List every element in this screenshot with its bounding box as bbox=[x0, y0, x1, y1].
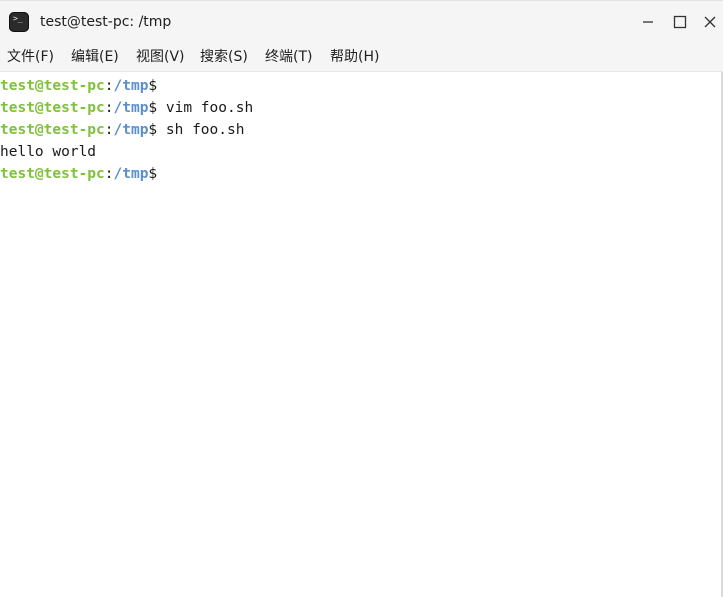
command-text: sh foo.sh bbox=[157, 122, 245, 138]
minimize-button[interactable] bbox=[636, 9, 662, 35]
menu-file[interactable]: 文件(F) bbox=[7, 47, 54, 67]
terminal-line: test@test-pc:/tmp$ bbox=[0, 163, 723, 185]
minimize-icon bbox=[643, 21, 653, 23]
terminal-line: test@test-pc:/tmp$ vim foo.sh bbox=[0, 97, 723, 119]
prompt-path: /tmp bbox=[113, 78, 149, 94]
terminal-icon: >_ bbox=[9, 12, 29, 32]
close-button[interactable] bbox=[697, 9, 723, 35]
prompt-path: /tmp bbox=[113, 166, 149, 182]
command-output: hello world bbox=[0, 144, 97, 160]
menu-view[interactable]: 视图(V) bbox=[136, 47, 185, 67]
prompt-colon: : bbox=[104, 166, 114, 182]
menu-bar: 文件(F) 编辑(E) 视图(V) 搜索(S) 终端(T) 帮助(H) bbox=[0, 43, 723, 72]
terminal-line: hello world bbox=[0, 141, 723, 163]
window-title: test@test-pc: /tmp bbox=[40, 14, 172, 30]
terminal-window: >_ test@test-pc: /tmp 文件(F) 编辑(E) 视图(V) … bbox=[0, 0, 723, 597]
prompt-colon: : bbox=[104, 122, 114, 138]
maximize-button[interactable] bbox=[667, 9, 693, 35]
prompt-path: /tmp bbox=[113, 100, 149, 116]
menu-help[interactable]: 帮助(H) bbox=[330, 47, 379, 67]
prompt-user: test@test-pc bbox=[0, 100, 105, 116]
menu-search[interactable]: 搜索(S) bbox=[200, 47, 248, 67]
title-bar[interactable]: >_ test@test-pc: /tmp bbox=[0, 1, 723, 43]
command-text: vim foo.sh bbox=[157, 100, 254, 116]
prompt-user: test@test-pc bbox=[0, 166, 105, 182]
prompt-colon: : bbox=[104, 78, 114, 94]
prompt-dollar: $ bbox=[148, 166, 158, 182]
terminal-line: test@test-pc:/tmp$ bbox=[0, 75, 723, 97]
menu-edit[interactable]: 编辑(E) bbox=[71, 47, 119, 67]
terminal-line: test@test-pc:/tmp$ sh foo.sh bbox=[0, 119, 723, 141]
maximize-icon bbox=[673, 15, 687, 29]
prompt-path: /tmp bbox=[113, 122, 149, 138]
close-icon bbox=[704, 16, 716, 28]
prompt-dollar: $ bbox=[148, 100, 158, 116]
prompt-user: test@test-pc bbox=[0, 78, 105, 94]
prompt-dollar: $ bbox=[148, 78, 158, 94]
prompt-dollar: $ bbox=[148, 122, 158, 138]
prompt-colon: : bbox=[104, 100, 114, 116]
terminal-output[interactable]: test@test-pc:/tmp$ test@test-pc:/tmp$ vi… bbox=[0, 75, 723, 597]
menu-terminal[interactable]: 终端(T) bbox=[265, 47, 312, 67]
prompt-user: test@test-pc bbox=[0, 122, 105, 138]
